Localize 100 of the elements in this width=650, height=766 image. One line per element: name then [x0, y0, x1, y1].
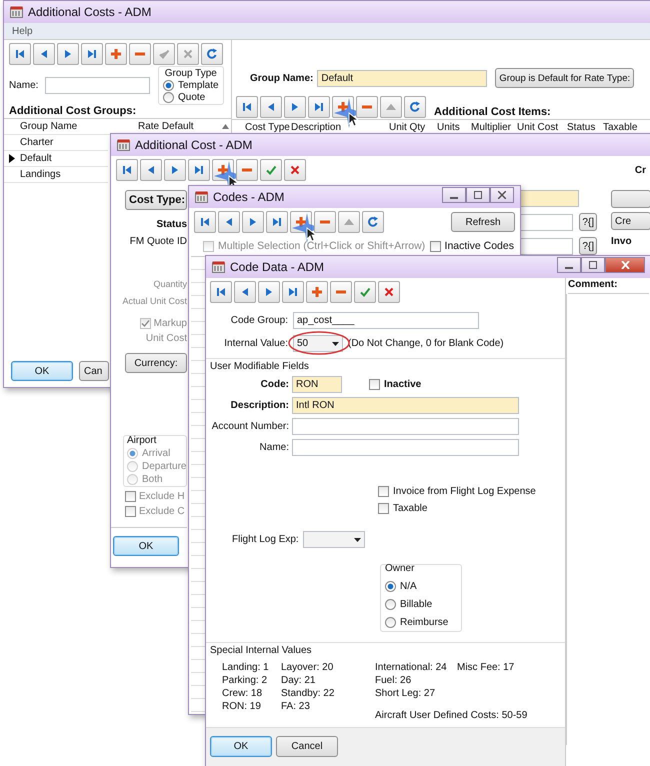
group-name-field[interactable]: Default — [317, 70, 488, 86]
save-button[interactable] — [260, 159, 282, 181]
next-record-button[interactable] — [164, 159, 186, 181]
refresh-button[interactable] — [362, 211, 384, 233]
section-label: Cr — [634, 164, 646, 176]
field-label: Actual Unit Cost — [122, 296, 187, 308]
text-field[interactable] — [519, 190, 579, 207]
radio-button[interactable] — [385, 617, 396, 628]
column-header[interactable]: Cost Type — [245, 122, 291, 133]
side-button[interactable] — [611, 190, 650, 208]
last-icon — [313, 101, 325, 113]
rate-type-button[interactable]: Group is Default for Rate Type: — [495, 68, 634, 88]
name-field[interactable] — [292, 439, 519, 456]
radio-button[interactable] — [163, 92, 174, 102]
last-record-button[interactable] — [282, 281, 304, 303]
table-row[interactable]: Default — [4, 151, 108, 167]
text-field[interactable] — [519, 238, 574, 254]
account-number-field[interactable] — [292, 418, 519, 435]
checkbox[interactable] — [430, 240, 441, 252]
cancel-button[interactable] — [378, 281, 400, 303]
column-header[interactable]: Units — [437, 122, 471, 133]
lookup-button[interactable]: ?{] — [579, 237, 597, 255]
first-record-button[interactable] — [210, 281, 232, 303]
cancel-button[interactable] — [284, 159, 306, 181]
refresh-button[interactable] — [404, 96, 426, 118]
radio-button[interactable] — [385, 581, 396, 592]
previous-record-button[interactable] — [234, 281, 256, 303]
previous-record-button[interactable] — [218, 211, 240, 233]
last-record-button[interactable] — [188, 159, 210, 181]
maximize-button[interactable] — [581, 257, 605, 273]
last-icon — [86, 48, 98, 60]
maximize-button[interactable] — [466, 187, 490, 203]
last-record-button[interactable] — [81, 43, 103, 65]
next-record-button[interactable] — [242, 211, 264, 233]
add-button[interactable] — [105, 43, 127, 65]
section-heading: Additional Cost Groups: — [9, 105, 138, 118]
ok-button[interactable]: OK — [11, 361, 73, 381]
add-button[interactable] — [306, 281, 328, 303]
radio-label: Template — [178, 80, 219, 90]
description-field[interactable]: Intl RON — [292, 397, 519, 414]
remove-button[interactable] — [129, 43, 151, 65]
column-header[interactable]: Taxable — [603, 122, 638, 133]
column-header[interactable]: Group Name — [20, 121, 138, 132]
text-field[interactable] — [519, 214, 574, 230]
first-record-button[interactable] — [194, 211, 216, 233]
refresh-button[interactable]: Refresh — [451, 212, 515, 232]
column-header[interactable]: Status — [567, 122, 603, 133]
next-record-button[interactable] — [284, 96, 306, 118]
column-header[interactable]: Unit Cost — [517, 122, 567, 133]
value-text: Short Leg: 27 — [375, 688, 436, 699]
first-record-button[interactable] — [236, 96, 258, 118]
table-row[interactable]: Landings — [4, 167, 108, 183]
remove-button[interactable] — [236, 159, 258, 181]
minimize-button[interactable] — [442, 187, 466, 203]
close-button[interactable] — [605, 257, 645, 273]
field-label: Flight Log Exp: — [232, 534, 299, 545]
column-header[interactable]: Description — [291, 122, 389, 133]
close-button[interactable] — [490, 187, 514, 203]
value-text: Day: 21 — [281, 675, 316, 686]
checkbox[interactable] — [369, 379, 380, 390]
remove-button[interactable] — [330, 281, 352, 303]
cancel-button[interactable]: Cancel — [276, 736, 338, 757]
checkbox[interactable] — [378, 486, 389, 497]
radio-button[interactable] — [163, 80, 174, 90]
first-record-button[interactable] — [9, 43, 31, 65]
checkbox[interactable] — [378, 503, 389, 514]
column-header[interactable]: Rate Default — [138, 121, 198, 132]
code-field[interactable]: RON — [292, 376, 342, 393]
save-button[interactable] — [354, 281, 376, 303]
remove-button[interactable] — [356, 96, 378, 118]
next-record-button[interactable] — [258, 281, 280, 303]
column-header[interactable]: Multiplier — [471, 122, 517, 133]
cancel-button[interactable]: Can — [79, 361, 109, 381]
menu-item[interactable]: Help — [12, 26, 33, 36]
remove-button[interactable] — [314, 211, 336, 233]
ok-button[interactable]: OK — [210, 736, 272, 757]
lookup-button[interactable]: ?{] — [579, 213, 597, 231]
column-header[interactable]: Unit Qty — [389, 122, 437, 133]
table-row[interactable]: Charter — [4, 135, 108, 151]
minimize-button[interactable] — [557, 257, 581, 273]
name-field[interactable] — [45, 76, 150, 94]
checkbox[interactable] — [125, 506, 136, 517]
previous-record-button[interactable] — [140, 159, 162, 181]
group-type-label: Group Type — [164, 68, 218, 78]
last-record-button[interactable] — [266, 211, 288, 233]
previous-record-button[interactable] — [260, 96, 282, 118]
last-record-button[interactable] — [308, 96, 330, 118]
radio-button[interactable] — [385, 599, 396, 610]
create-button[interactable]: Cre — [611, 212, 650, 230]
checkbox[interactable] — [125, 491, 136, 502]
code-group-field[interactable]: ap_cost____ — [293, 312, 479, 329]
cost-type-button[interactable]: Cost Type: — [125, 190, 187, 210]
refresh-button[interactable] — [201, 43, 223, 65]
scroll-up-icon[interactable] — [222, 124, 229, 129]
currency-button[interactable]: Currency: — [125, 353, 187, 373]
internal-value-dropdown[interactable]: 50 — [293, 335, 343, 352]
previous-record-button[interactable] — [33, 43, 55, 65]
first-record-button[interactable] — [116, 159, 138, 181]
ok-button[interactable]: OK — [113, 536, 179, 556]
next-record-button[interactable] — [57, 43, 79, 65]
